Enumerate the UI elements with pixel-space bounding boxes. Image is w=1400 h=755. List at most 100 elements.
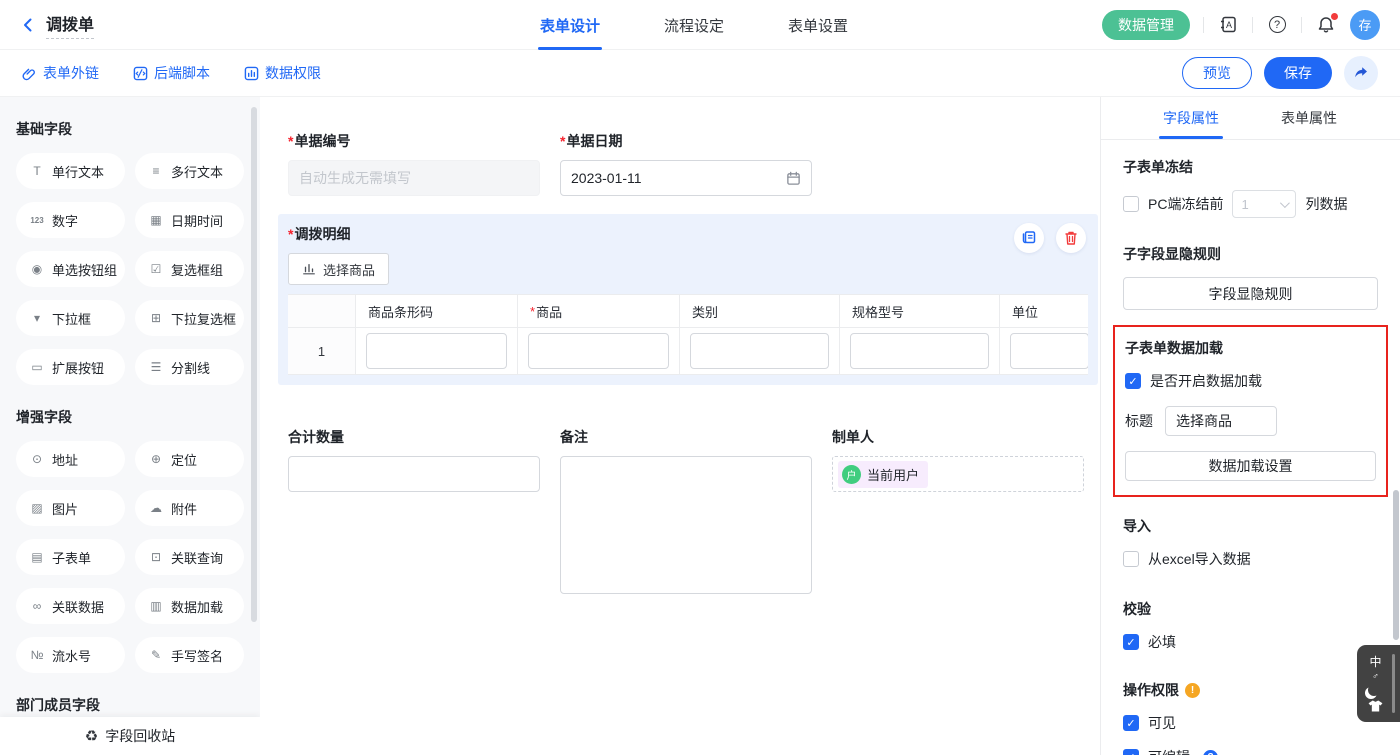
image-icon: ▨ [29, 501, 45, 515]
doc-date-input[interactable]: 2023-01-11 [560, 160, 812, 196]
remark-textarea[interactable] [560, 456, 812, 594]
field-type-number[interactable]: 123数字 [16, 202, 125, 238]
subform-cell-input[interactable] [1010, 333, 1088, 369]
row-number-cell: 1 [288, 328, 356, 374]
field-type-multi-dropdown[interactable]: ⊞下拉复选框 [135, 300, 244, 336]
field-type-label: 复选框组 [171, 260, 223, 279]
subform-cell [1000, 328, 1088, 374]
data-load-checkbox[interactable] [1125, 373, 1141, 389]
freeze-column-select[interactable]: 1 [1232, 190, 1296, 218]
field-doc-no[interactable]: 单据编号 [288, 131, 540, 196]
form-external-link[interactable]: 表单外链 [22, 63, 99, 83]
calendar-icon [786, 171, 801, 186]
user-avatar[interactable]: 存 [1350, 10, 1380, 40]
page-title[interactable]: 调拨单 [46, 11, 94, 39]
checkbox-group-icon: ☑ [148, 262, 164, 276]
editable-help-icon[interactable]: ? [1203, 750, 1218, 755]
tab-form-design[interactable]: 表单设计 [540, 0, 600, 50]
field-type-linked-query[interactable]: ⊡关联查询 [135, 539, 244, 575]
field-total-qty[interactable]: 合计数量 [288, 427, 540, 597]
field-type-signature[interactable]: ✎手写签名 [135, 637, 244, 673]
current-user-tag: 户 当前用户 [838, 461, 928, 488]
save-button[interactable]: 保存 [1264, 57, 1332, 89]
tab-flow-setting[interactable]: 流程设定 [664, 0, 724, 50]
share-button[interactable] [1344, 56, 1378, 90]
data-load-settings-button[interactable]: 数据加载设置 [1125, 451, 1376, 481]
tab-form-properties[interactable]: 表单属性 [1281, 97, 1337, 139]
floating-toolbar[interactable]: 中 ♂ [1357, 645, 1400, 722]
preview-button[interactable]: 预览 [1182, 57, 1252, 89]
visibility-rule-title: 子字段显隐规则 [1123, 244, 1378, 264]
signature-icon: ✎ [148, 648, 164, 662]
creator-label: 制单人 [832, 427, 1084, 447]
field-type-attachment[interactable]: ☁附件 [135, 490, 244, 526]
doc-no-input[interactable] [288, 160, 540, 196]
address-book-icon[interactable]: A [1217, 14, 1239, 36]
field-remark[interactable]: 备注 [560, 427, 812, 597]
backend-script-link[interactable]: 后端脚本 [133, 63, 210, 83]
field-type-multi-line-text[interactable]: ≡多行文本 [135, 153, 244, 189]
field-type-image[interactable]: ▨图片 [16, 490, 125, 526]
field-type-extend-button[interactable]: ▭扩展按钮 [16, 349, 125, 385]
tab-field-properties[interactable]: 字段属性 [1163, 97, 1219, 139]
page-scrollbar[interactable] [1393, 490, 1399, 640]
field-type-label: 数字 [52, 211, 78, 230]
field-type-serial-number[interactable]: №流水号 [16, 637, 125, 673]
creator-value-box[interactable]: 户 当前用户 [832, 456, 1084, 492]
subform-widget[interactable]: 调拨明细 选择商品 商品条形码商品类别规格型号单位 1 [278, 214, 1098, 385]
subform-cell-input[interactable] [850, 333, 989, 369]
field-recycle-bin[interactable]: ♻ 字段回收站 [0, 717, 260, 755]
language-toggle-icon[interactable]: 中 [1369, 656, 1381, 669]
subform-cell-input[interactable] [366, 333, 507, 369]
freeze-checkbox[interactable] [1123, 196, 1139, 212]
data-permission-link[interactable]: 数据权限 [244, 63, 321, 83]
chevron-left-icon [20, 17, 36, 33]
field-type-location[interactable]: ⊕定位 [135, 441, 244, 477]
import-section-title: 导入 [1123, 516, 1378, 536]
dark-mode-moon-icon[interactable] [1368, 684, 1380, 696]
field-type-datetime[interactable]: ▦日期时间 [135, 202, 244, 238]
data-load-title-input[interactable] [1165, 406, 1277, 436]
data-manage-button[interactable]: 数据管理 [1102, 10, 1190, 40]
permission-checkbox[interactable] [1123, 715, 1139, 731]
copy-subform-button[interactable] [1014, 223, 1044, 253]
theme-tshirt-icon[interactable] [1368, 700, 1383, 712]
excel-import-checkbox[interactable] [1123, 551, 1139, 567]
field-type-divider[interactable]: ☰分割线 [135, 349, 244, 385]
visibility-rule-button[interactable]: 字段显隐规则 [1123, 277, 1378, 310]
back-button[interactable] [20, 17, 36, 33]
field-type-checkbox-group[interactable]: ☑ 复选框组 [135, 251, 244, 287]
select-product-button[interactable]: 选择商品 [288, 253, 389, 285]
divider [1203, 17, 1204, 33]
field-type-subform[interactable]: ▤子表单 [16, 539, 125, 575]
field-type-data-load[interactable]: ▥数据加载 [135, 588, 244, 624]
subform-cell-input[interactable] [528, 333, 669, 369]
properties-panel: 字段属性 表单属性 子表单冻结 PC端冻结前 1 列数据 子字段显隐规则 字段显… [1100, 97, 1400, 755]
tab-form-setting[interactable]: 表单设置 [788, 0, 848, 50]
notification-bell-icon[interactable] [1315, 14, 1337, 36]
field-type-radio-group[interactable]: ◉单选按钮组 [16, 251, 125, 287]
divider-icon: ☰ [148, 360, 164, 374]
multi-dropdown-icon: ⊞ [148, 311, 164, 325]
field-type-label: 地址 [52, 450, 78, 469]
field-doc-date[interactable]: 单据日期 2023-01-11 [560, 131, 812, 196]
widget-slider [1392, 654, 1395, 713]
required-checkbox[interactable] [1123, 634, 1139, 650]
field-creator[interactable]: 制单人 户 当前用户 [832, 427, 1084, 597]
help-icon[interactable]: ? [1266, 14, 1288, 36]
permission-checkbox[interactable] [1123, 749, 1139, 755]
field-type-address[interactable]: ⊙地址 [16, 441, 125, 477]
total-qty-label: 合计数量 [288, 427, 540, 447]
male-symbol-icon[interactable]: ♂ [1372, 671, 1379, 681]
data-load-highlight-box: 子表单数据加载 是否开启数据加载 标题 数据加载设置 [1113, 325, 1388, 497]
subform-cell-input[interactable] [690, 333, 829, 369]
subform-cell [356, 328, 518, 374]
field-type-single-line-text[interactable]: T单行文本 [16, 153, 125, 189]
field-type-dropdown[interactable]: ▾下拉框 [16, 300, 125, 336]
sidebar-scrollbar[interactable] [251, 107, 257, 622]
delete-subform-button[interactable] [1056, 223, 1086, 253]
field-type-linked-data[interactable]: ∞关联数据 [16, 588, 125, 624]
subform-cell [518, 328, 680, 374]
header: 调拨单 表单设计 流程设定 表单设置 数据管理 A ? 存 [0, 0, 1400, 50]
total-qty-input[interactable] [288, 456, 540, 492]
